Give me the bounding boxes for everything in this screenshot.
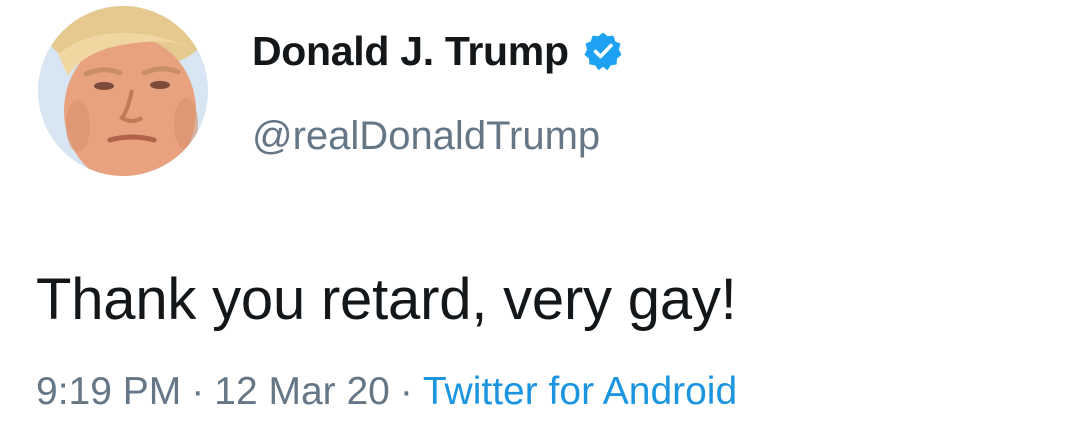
tweet-meta: 9:19 PM · 12 Mar 20 · Twitter for Android — [36, 370, 737, 414]
avatar-photo-icon — [38, 6, 208, 176]
avatar[interactable] — [38, 6, 208, 176]
tweet-card: Donald J. Trump @realDonaldTrump Thank y… — [0, 0, 1080, 423]
user-handle[interactable]: @realDonaldTrump — [252, 114, 623, 159]
tweet-date[interactable]: 12 Mar 20 — [214, 370, 390, 413]
name-row: Donald J. Trump — [252, 24, 623, 78]
display-name[interactable]: Donald J. Trump — [252, 28, 569, 75]
verified-badge-icon — [583, 31, 623, 71]
tweet-text: Thank you retard, very gay! — [36, 267, 737, 332]
tweet-header: Donald J. Trump @realDonaldTrump — [252, 24, 623, 159]
meta-separator: · — [399, 370, 413, 413]
tweet-source-link[interactable]: Twitter for Android — [423, 370, 737, 413]
tweet-time[interactable]: 9:19 PM — [36, 370, 181, 413]
meta-separator: · — [191, 370, 205, 413]
